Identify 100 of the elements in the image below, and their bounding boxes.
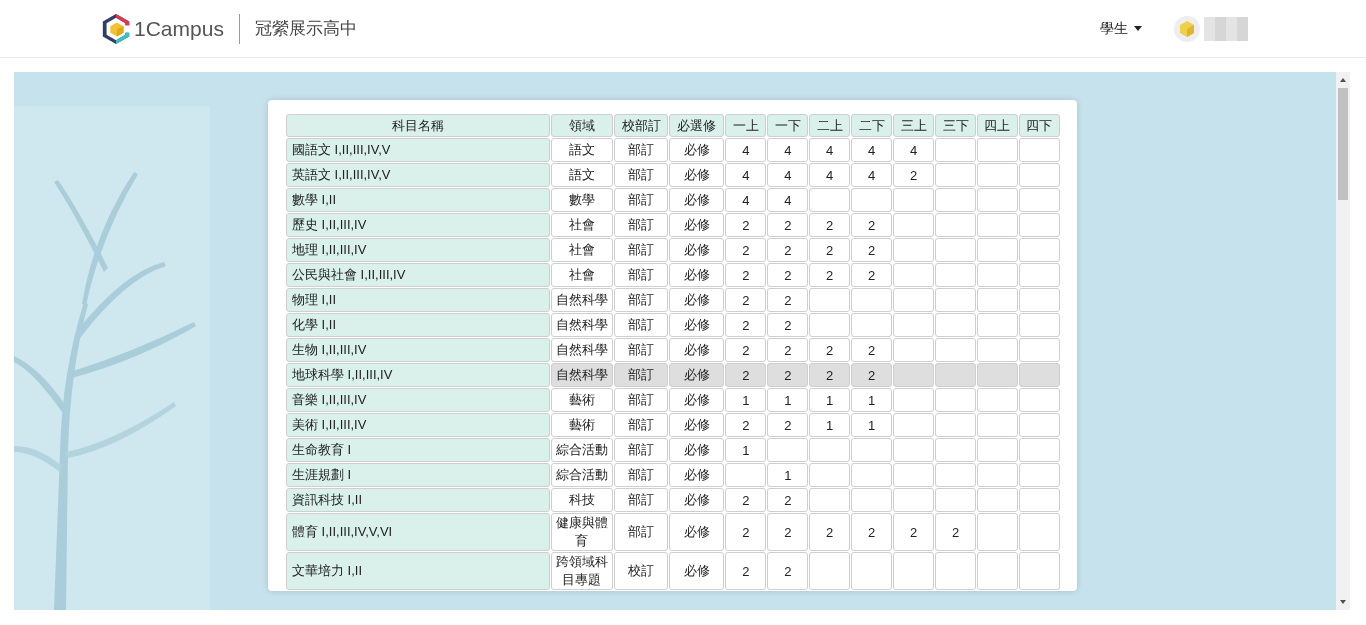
table-cell: 科技 [550,488,613,512]
table-cell [851,313,893,337]
table-cell [1018,213,1060,237]
subject-cell: 資訊科技 I,II [286,488,550,512]
table-cell [893,338,935,362]
table-cell: 2 [767,238,809,262]
table-cell: 跨領域科目專題 [550,552,613,590]
table-cell: 1 [809,413,851,437]
table-cell [935,238,976,262]
role-dropdown[interactable]: 學生 [1100,19,1142,38]
table-cell: 4 [725,163,767,187]
column-header: 領域 [550,114,613,137]
table-cell [1018,238,1060,262]
table-cell: 部訂 [613,288,669,312]
table-cell [893,438,935,462]
table-cell: 2 [893,513,935,551]
subject-cell: 國語文 I,II,III,IV,V [286,138,550,162]
table-cell: 4 [809,163,851,187]
scrollbar[interactable] [1336,72,1350,610]
caret-icon [1134,26,1142,31]
table-cell: 必修 [669,463,725,487]
table-cell: 部訂 [613,213,669,237]
scroll-down-icon[interactable] [1339,598,1347,606]
table-cell [977,438,1018,462]
subject-cell: 美術 I,II,III,IV [286,413,550,437]
blurred-name [1204,16,1248,41]
subject-cell: 文華培力 I,II [286,552,550,590]
table-cell [935,213,976,237]
table-cell [977,138,1018,162]
table-cell [935,188,976,212]
table-cell: 社會 [550,213,613,237]
table-cell: 2 [725,238,767,262]
table-cell [809,313,851,337]
table-cell: 社會 [550,263,613,287]
table-cell [1018,138,1060,162]
table-cell [851,188,893,212]
table-cell [893,263,935,287]
table-cell [893,238,935,262]
table-cell: 2 [851,513,893,551]
column-header: 必選修 [669,114,725,137]
table-cell: 2 [767,488,809,512]
table-cell: 必修 [669,388,725,412]
table-cell [977,288,1018,312]
table-cell [977,552,1018,590]
table-cell [1018,163,1060,187]
table-cell: 2 [767,213,809,237]
table-cell: 必修 [669,238,725,262]
table-cell: 2 [767,313,809,337]
avatar-icon[interactable] [1174,15,1200,42]
table-cell: 部訂 [613,513,669,551]
table-cell [935,413,976,437]
cube-logo-icon [100,11,132,46]
table-cell: 2 [851,213,893,237]
table-cell [893,488,935,512]
table-cell: 必修 [669,188,725,212]
table-cell [893,213,935,237]
table-cell [893,188,935,212]
column-header: 二下 [851,114,893,137]
table-cell: 2 [809,213,851,237]
table-cell: 4 [725,138,767,162]
table-cell: 1 [851,413,893,437]
table-cell: 部訂 [613,138,669,162]
table-cell: 自然科學 [550,313,613,337]
table-cell [977,388,1018,412]
table-cell: 1 [725,438,767,462]
table-cell [851,288,893,312]
table-cell: 2 [809,513,851,551]
table-cell: 2 [725,313,767,337]
table-cell: 4 [767,163,809,187]
table-cell: 健康與體育 [550,513,613,551]
table-cell [893,288,935,312]
table-cell: 數學 [550,188,613,212]
table-cell: 必修 [669,488,725,512]
table-cell: 4 [893,138,935,162]
table-cell: 必修 [669,138,725,162]
scroll-up-icon[interactable] [1339,76,1347,84]
table-cell [935,163,976,187]
table-cell [977,313,1018,337]
table-cell [893,388,935,412]
column-header: 四上 [977,114,1018,137]
table-cell: 4 [851,163,893,187]
table-cell [851,463,893,487]
table-cell [977,213,1018,237]
table-cell [725,463,767,487]
table-cell [977,363,1018,387]
school-name: 冠縈展示高中 [254,18,357,40]
table-cell [809,463,851,487]
scrollbar-thumb[interactable] [1338,88,1348,200]
subject-cell: 物理 I,II [286,288,550,312]
table-cell: 1 [809,388,851,412]
table-cell: 部訂 [613,338,669,362]
table-cell: 1 [767,388,809,412]
table-cell: 2 [725,213,767,237]
table-cell: 校訂 [613,552,669,590]
table-cell [893,552,935,590]
table-cell: 綜合活動 [550,438,613,462]
table-cell [977,338,1018,362]
subject-cell: 地理 I,II,III,IV [286,238,550,262]
table-cell: 2 [851,263,893,287]
subject-cell: 生命教育 I [286,438,550,462]
